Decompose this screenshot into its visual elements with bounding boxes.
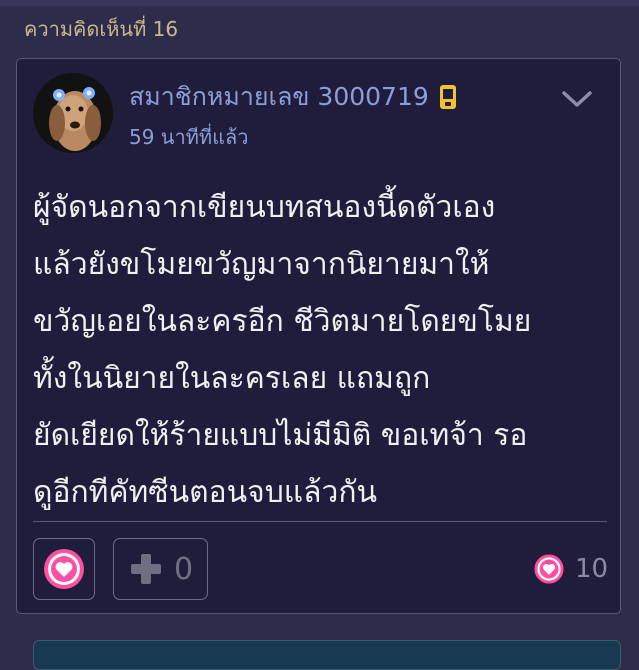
- mobile-phone-icon: [439, 84, 457, 110]
- dog-avatar-image: [33, 73, 113, 153]
- heart-icon: [44, 549, 84, 589]
- comment-number: ความคิดเห็นที่ 16: [24, 17, 179, 41]
- plus-button[interactable]: 0: [113, 538, 208, 600]
- author-row: สมาชิกหมายเลข 3000719: [129, 77, 457, 117]
- love-summary: 10: [533, 553, 608, 585]
- divider: [33, 521, 607, 522]
- comment-body-line: ทั้งในนิยายในละครเลย แถมถูก: [33, 361, 431, 396]
- next-comment-card: [33, 640, 621, 670]
- comment-body-line: ขวัญเอยในละครอีก ชีวิตมายโดยขโมย: [33, 304, 532, 339]
- love-count: 10: [575, 554, 609, 584]
- comment-body: ผู้จัดนอกจากเขียนบทสนองนี้ดตัวเอง แล้วยั…: [33, 179, 613, 521]
- plus-count: 0: [173, 551, 194, 587]
- chevron-down-icon[interactable]: [561, 89, 593, 111]
- timestamp: 59 นาทีที่แล้ว: [129, 125, 249, 149]
- comment-body-line: แล้วยังขโมยขวัญมาจากนิยายมาให้: [33, 247, 490, 282]
- plus-icon: [130, 554, 161, 584]
- love-button[interactable]: [33, 538, 95, 600]
- author-name[interactable]: สมาชิกหมายเลข 3000719: [129, 77, 429, 117]
- heart-icon: [534, 554, 564, 584]
- avatar[interactable]: [33, 73, 113, 153]
- comment-card: สมาชิกหมายเลข 3000719 59 นาทีที่แล้ว ผู้…: [16, 58, 621, 614]
- top-strip: [0, 0, 639, 6]
- comment-body-line: ดูอีกทีคัทซีนตอนจบแล้วกัน: [33, 475, 378, 510]
- comment-body-line: ผู้จัดนอกจากเขียนบทสนองนี้ดตัวเอง: [33, 190, 496, 225]
- comment-body-line: ยัดเยียดให้ร้ายแบบไม่มีมิติ ขอเทจ้า รอ: [33, 418, 528, 453]
